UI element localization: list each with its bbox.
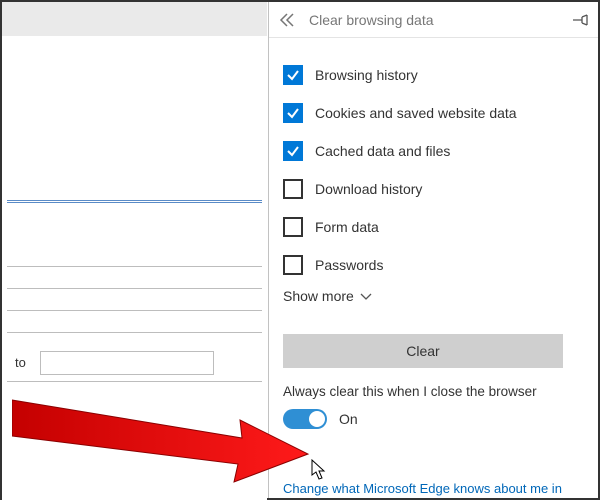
option-label: Passwords: [315, 257, 383, 273]
checkbox-icon[interactable]: [283, 179, 303, 199]
option-label: Download history: [315, 181, 422, 197]
field-rows: [7, 245, 262, 333]
back-icon[interactable]: [279, 13, 297, 27]
content-area: to: [2, 2, 267, 502]
clear-browsing-data-panel: Clear browsing data Browsing history Coo…: [268, 2, 598, 498]
option-passwords[interactable]: Passwords: [283, 246, 584, 284]
checkbox-icon[interactable]: [283, 217, 303, 237]
option-label: Cached data and files: [315, 143, 450, 159]
option-cached[interactable]: Cached data and files: [283, 132, 584, 170]
always-clear-toggle-row: On: [269, 399, 598, 429]
option-label: Form data: [315, 219, 379, 235]
checkbox-icon[interactable]: [283, 103, 303, 123]
checkbox-icon[interactable]: [283, 141, 303, 161]
input-highlight: [7, 200, 262, 203]
option-label: Cookies and saved website data: [315, 105, 517, 121]
toggle-state-label: On: [339, 411, 358, 427]
footer-link[interactable]: Change what Microsoft Edge knows about m…: [283, 481, 584, 496]
checkbox-icon[interactable]: [283, 65, 303, 85]
option-form-data[interactable]: Form data: [283, 208, 584, 246]
show-more-label: Show more: [283, 288, 354, 304]
option-label: Browsing history: [315, 67, 418, 83]
date-range-row: to: [7, 352, 262, 382]
checkbox-icon[interactable]: [283, 255, 303, 275]
tab-bar-placeholder: [2, 2, 267, 36]
option-download-history[interactable]: Download history: [283, 170, 584, 208]
pin-icon[interactable]: [572, 13, 588, 27]
to-input[interactable]: [40, 351, 214, 375]
chevron-down-icon: [360, 288, 372, 304]
options-list: Browsing history Cookies and saved websi…: [269, 38, 598, 304]
always-clear-label: Always clear this when I close the brows…: [269, 368, 598, 399]
show-more-link[interactable]: Show more: [283, 288, 372, 304]
panel-title: Clear browsing data: [309, 12, 572, 28]
toggle-knob: [309, 411, 325, 427]
clear-button[interactable]: Clear: [283, 334, 563, 368]
to-label: to: [7, 355, 40, 370]
option-cookies[interactable]: Cookies and saved website data: [283, 94, 584, 132]
toggle-switch[interactable]: [283, 409, 327, 429]
panel-header: Clear browsing data: [269, 2, 598, 38]
option-browsing-history[interactable]: Browsing history: [283, 56, 584, 94]
